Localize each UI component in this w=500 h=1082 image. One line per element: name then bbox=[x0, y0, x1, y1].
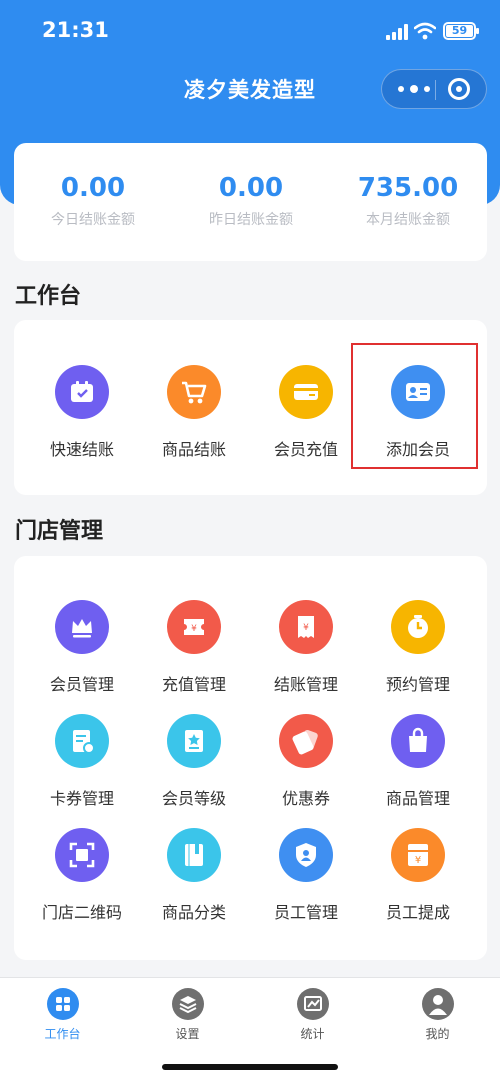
stat-yesterday: 0.00 昨日结账金额 bbox=[172, 173, 330, 229]
stat-month: 735.00 本月结账金额 bbox=[329, 173, 487, 229]
cart-icon bbox=[167, 365, 221, 419]
product-management-button[interactable]: 商品管理 bbox=[362, 714, 474, 809]
member-level-button[interactable]: 会员等级 bbox=[138, 714, 250, 809]
tab-label: 工作台 bbox=[44, 1027, 81, 1041]
crown-icon bbox=[55, 600, 109, 654]
item-label: 商品分类 bbox=[161, 903, 226, 922]
item-label: 快速结账 bbox=[49, 440, 114, 459]
signal-icon bbox=[386, 24, 408, 40]
chart-icon bbox=[296, 988, 329, 1020]
store-qrcode-button[interactable]: 门店二维码 bbox=[26, 828, 138, 923]
layers-icon bbox=[171, 988, 204, 1020]
ticket-icon: ¥ bbox=[167, 600, 221, 654]
tab-statistics[interactable]: 统计 bbox=[250, 988, 375, 1042]
item-label: 会员等级 bbox=[161, 789, 226, 808]
item-label: 优惠券 bbox=[281, 789, 330, 808]
stat-today: 0.00 今日结账金额 bbox=[14, 173, 172, 229]
battery-level: 59 bbox=[446, 25, 473, 37]
svg-text:¥: ¥ bbox=[303, 623, 309, 633]
stat-value: 735.00 bbox=[357, 173, 459, 203]
product-checkout-button[interactable]: 商品结账 bbox=[138, 365, 250, 460]
recharge-management-button[interactable]: ¥ 充值管理 bbox=[138, 600, 250, 695]
item-label: 商品结账 bbox=[161, 440, 226, 459]
section-title-store: 门店管理 bbox=[15, 519, 104, 544]
tab-label: 我的 bbox=[425, 1027, 450, 1041]
bag-icon bbox=[391, 714, 445, 768]
coupon-icon bbox=[279, 714, 333, 768]
capsule-divider bbox=[435, 80, 436, 100]
item-label: 充值管理 bbox=[161, 675, 226, 694]
qr-scan-icon bbox=[55, 828, 109, 882]
tab-label: 统计 bbox=[300, 1027, 325, 1041]
product-category-button[interactable]: 商品分类 bbox=[138, 828, 250, 923]
member-management-button[interactable]: 会员管理 bbox=[26, 600, 138, 695]
coupon-card-management-button[interactable]: 卡券管理 bbox=[26, 714, 138, 809]
item-label: 预约管理 bbox=[385, 675, 450, 694]
shield-user-icon bbox=[279, 828, 333, 882]
clock-icon bbox=[391, 600, 445, 654]
battery-icon: 59 bbox=[443, 22, 479, 40]
item-label: 门店二维码 bbox=[41, 903, 122, 922]
stat-value: 0.00 bbox=[60, 173, 126, 203]
tab-mine[interactable]: 我的 bbox=[375, 988, 500, 1042]
svg-text:¥: ¥ bbox=[191, 624, 197, 634]
grid-icon bbox=[46, 988, 79, 1020]
book-icon bbox=[167, 828, 221, 882]
checkout-management-button[interactable]: ¥ 结账管理 bbox=[250, 600, 362, 695]
tab-settings[interactable]: 设置 bbox=[125, 988, 250, 1042]
stat-label: 本月结账金额 bbox=[366, 212, 450, 228]
quick-checkout-button[interactable]: 快速结账 bbox=[26, 365, 138, 460]
status-time: 21:31 bbox=[42, 18, 109, 42]
calendar-check-icon bbox=[55, 365, 109, 419]
item-label: 结账管理 bbox=[273, 675, 338, 694]
appointment-management-button[interactable]: 预约管理 bbox=[362, 600, 474, 695]
card-icon bbox=[279, 365, 333, 419]
money-box-icon: ¥ bbox=[391, 828, 445, 882]
stat-label: 昨日结账金额 bbox=[209, 212, 293, 228]
item-label: 会员管理 bbox=[49, 675, 114, 694]
coupon-button[interactable]: 优惠券 bbox=[250, 714, 362, 809]
item-label: 员工管理 bbox=[273, 903, 338, 922]
stat-value: 0.00 bbox=[218, 173, 284, 203]
receipt-icon: ¥ bbox=[279, 600, 333, 654]
home-indicator[interactable] bbox=[162, 1064, 338, 1070]
item-label: 员工提成 bbox=[385, 903, 450, 922]
highlight-box bbox=[351, 343, 478, 469]
user-icon bbox=[421, 988, 454, 1020]
staff-management-button[interactable]: 员工管理 bbox=[250, 828, 362, 923]
document-icon bbox=[55, 714, 109, 768]
stats-card: 0.00 今日结账金额 0.00 昨日结账金额 735.00 本月结账金额 bbox=[14, 143, 487, 261]
more-button[interactable] bbox=[396, 81, 432, 97]
section-title-workbench: 工作台 bbox=[15, 284, 82, 309]
staff-commission-button[interactable]: ¥ 员工提成 bbox=[362, 828, 474, 923]
item-label: 会员充值 bbox=[273, 440, 338, 459]
store-management-card: 会员管理 ¥ 充值管理 ¥ 结账管理 预约管理 卡券管理 会员等级 优惠券 商品… bbox=[14, 556, 487, 960]
item-label: 卡券管理 bbox=[49, 789, 114, 808]
badge-icon bbox=[167, 714, 221, 768]
stat-label: 今日结账金额 bbox=[51, 212, 135, 228]
svg-text:¥: ¥ bbox=[415, 855, 421, 866]
member-recharge-button[interactable]: 会员充值 bbox=[250, 365, 362, 460]
tab-workbench[interactable]: 工作台 bbox=[0, 988, 125, 1042]
wifi-icon bbox=[414, 22, 436, 40]
status-bar: 21:31 59 bbox=[0, 0, 500, 62]
item-label: 商品管理 bbox=[385, 789, 450, 808]
tab-label: 设置 bbox=[175, 1027, 200, 1041]
close-mini-program-button[interactable] bbox=[448, 78, 470, 100]
mini-program-capsule bbox=[381, 69, 487, 109]
